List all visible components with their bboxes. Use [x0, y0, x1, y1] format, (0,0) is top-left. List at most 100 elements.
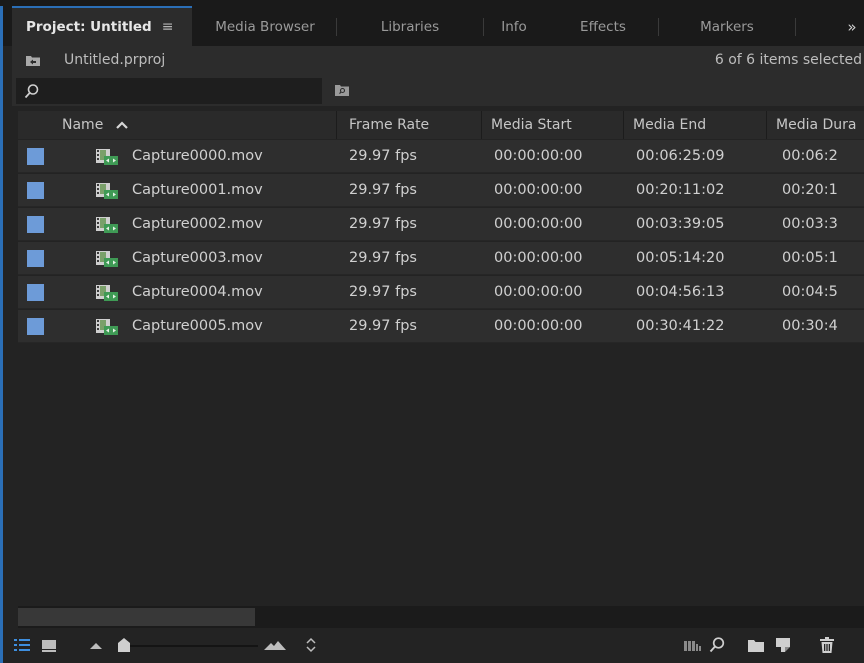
table-row[interactable]: Capture0000.mov 29.97 fps 00:00:00:00 00:06… — [18, 140, 864, 173]
new-bin-icon[interactable] — [748, 639, 764, 652]
video-clip-icon — [96, 149, 118, 165]
search-row — [12, 76, 864, 106]
column-header-frame-rate[interactable]: Frame Rate — [349, 117, 429, 133]
frame-rate-cell: 29.97 fps — [349, 216, 417, 232]
project-toolbar — [12, 628, 864, 663]
tab-media-browser[interactable]: Media Browser — [194, 8, 336, 46]
video-clip-icon — [96, 319, 118, 335]
horizontal-scrollbar-thumb[interactable] — [18, 608, 255, 626]
project-item-list: Name Frame Rate Media Start Media End Me… — [18, 111, 864, 605]
media-duration-cell: 00:20:1 — [782, 182, 838, 198]
table-row[interactable]: Capture0002.mov 29.97 fps 00:00:00:00 00:03… — [18, 208, 864, 241]
media-end-cell: 00:05:14:20 — [636, 250, 725, 266]
tab-media-browser-label: Media Browser — [215, 19, 315, 35]
column-header-media-duration[interactable]: Media Dura — [776, 117, 857, 133]
search-icon — [24, 84, 39, 99]
media-duration-cell: 00:05:1 — [782, 250, 838, 266]
bin-up-icon[interactable] — [26, 55, 40, 66]
tab-markers-label: Markers — [700, 19, 754, 35]
frame-rate-cell: 29.97 fps — [349, 284, 417, 300]
media-start-cell: 00:00:00:00 — [494, 216, 583, 232]
tab-overflow-icon[interactable]: » — [842, 8, 862, 46]
clip-name: Capture0003.mov — [132, 250, 263, 266]
label-color-swatch[interactable] — [27, 148, 44, 165]
project-file-name: Untitled.prproj — [64, 52, 166, 68]
media-end-cell: 00:20:11:02 — [636, 182, 725, 198]
clip-name: Capture0001.mov — [132, 182, 263, 198]
tab-project-label: Project: Untitled — [26, 19, 152, 35]
media-duration-cell: 00:04:5 — [782, 284, 838, 300]
tab-divider — [795, 18, 796, 36]
table-row[interactable]: Capture0001.mov 29.97 fps 00:00:00:00 00:20… — [18, 174, 864, 207]
panel-focus-indicator — [12, 6, 192, 8]
panel-menu-icon[interactable]: ≡ — [162, 19, 174, 35]
list-view-icon[interactable] — [14, 638, 30, 652]
search-input[interactable] — [16, 78, 322, 104]
label-color-swatch[interactable] — [27, 250, 44, 267]
video-clip-icon — [96, 217, 118, 233]
table-row[interactable]: Capture0005.mov 29.97 fps 00:00:00:00 00:30… — [18, 310, 864, 343]
media-start-cell: 00:00:00:00 — [494, 284, 583, 300]
table-row[interactable]: Capture0003.mov 29.97 fps 00:00:00:00 00:05… — [18, 242, 864, 275]
video-clip-icon — [96, 251, 118, 267]
project-header: Untitled.prproj 6 of 6 items selected — [12, 46, 864, 76]
media-end-cell: 00:03:39:05 — [636, 216, 725, 232]
frame-rate-cell: 29.97 fps — [349, 182, 417, 198]
column-header-media-end[interactable]: Media End — [633, 117, 706, 133]
column-header-media-start[interactable]: Media Start — [491, 117, 572, 133]
tab-effects-label: Effects — [580, 19, 626, 35]
label-color-swatch[interactable] — [27, 318, 44, 335]
label-color-swatch[interactable] — [27, 216, 44, 233]
clear-trash-icon[interactable] — [820, 637, 834, 653]
media-start-cell: 00:00:00:00 — [494, 250, 583, 266]
tab-effects[interactable]: Effects — [548, 8, 658, 46]
find-icon[interactable] — [709, 637, 725, 653]
tab-libraries-label: Libraries — [380, 19, 440, 35]
tab-markers[interactable]: Markers — [659, 8, 795, 46]
clip-name: Capture0002.mov — [132, 216, 263, 232]
zoom-out-icon[interactable] — [90, 641, 102, 649]
tab-info-label: Info — [501, 19, 527, 35]
zoom-slider-track[interactable] — [130, 645, 258, 647]
frame-rate-cell: 29.97 fps — [349, 250, 417, 266]
zoom-in-icon[interactable] — [264, 640, 286, 650]
icon-view-icon[interactable] — [42, 638, 56, 652]
media-end-cell: 00:06:25:09 — [636, 148, 725, 164]
tab-info[interactable]: Info — [484, 8, 544, 46]
column-divider[interactable] — [336, 111, 337, 139]
label-color-swatch[interactable] — [27, 284, 44, 301]
media-end-cell: 00:04:56:13 — [636, 284, 725, 300]
media-duration-cell: 00:30:4 — [782, 318, 838, 334]
column-header-row: Name Frame Rate Media Start Media End Me… — [18, 111, 864, 139]
table-row[interactable]: Capture0004.mov 29.97 fps 00:00:00:00 00:04… — [18, 276, 864, 309]
clip-name: Capture0005.mov — [132, 318, 263, 334]
zoom-slider-handle[interactable] — [118, 638, 130, 652]
column-header-name-label: Name — [62, 117, 104, 133]
sort-ascending-icon — [115, 121, 128, 129]
column-divider[interactable] — [766, 111, 767, 139]
column-header-name[interactable]: Name — [62, 117, 128, 133]
media-start-cell: 00:00:00:00 — [494, 148, 583, 164]
frame-rate-cell: 29.97 fps — [349, 318, 417, 334]
label-color-swatch[interactable] — [27, 182, 44, 199]
sort-icons-icon[interactable] — [306, 637, 316, 653]
automate-to-sequence-icon[interactable] — [684, 641, 702, 651]
video-clip-icon — [96, 183, 118, 199]
media-end-cell: 00:30:41:22 — [636, 318, 725, 334]
horizontal-scrollbar[interactable] — [18, 606, 864, 628]
tab-libraries[interactable]: Libraries — [337, 8, 483, 46]
media-start-cell: 00:00:00:00 — [494, 318, 583, 334]
tab-project[interactable]: Project: Untitled ≡ — [12, 8, 192, 46]
project-panel: Project: Untitled ≡ Media Browser Librar… — [0, 0, 864, 663]
clip-name: Capture0004.mov — [132, 284, 263, 300]
panel-focus-edge — [0, 6, 3, 663]
clip-name: Capture0000.mov — [132, 148, 263, 164]
video-clip-icon — [96, 285, 118, 301]
media-duration-cell: 00:06:2 — [782, 148, 838, 164]
column-divider[interactable] — [481, 111, 482, 139]
new-item-icon[interactable] — [776, 638, 790, 652]
column-divider[interactable] — [623, 111, 624, 139]
frame-rate-cell: 29.97 fps — [349, 148, 417, 164]
new-search-bin-icon[interactable] — [335, 84, 349, 96]
media-start-cell: 00:00:00:00 — [494, 182, 583, 198]
